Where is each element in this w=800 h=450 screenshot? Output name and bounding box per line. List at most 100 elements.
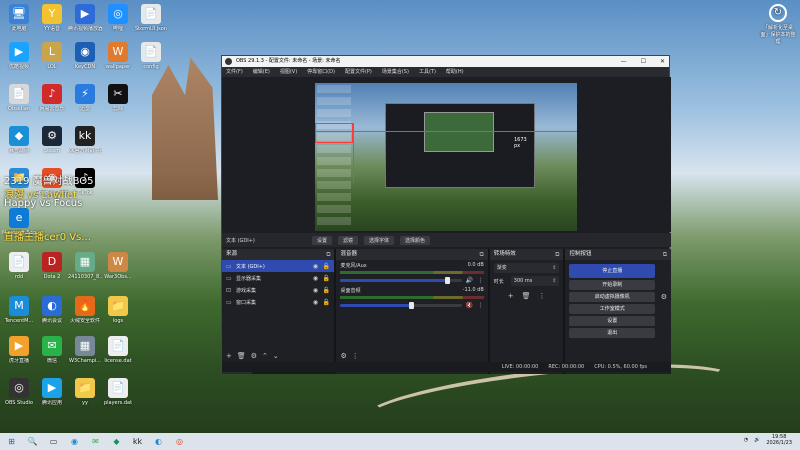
taskbar-app-icon[interactable]: ◉ [69,436,80,447]
desktop-icon[interactable]: 📄 StormUI.json [134,4,168,32]
selection-box[interactable] [315,123,353,143]
remove-transition-button[interactable]: 🗑 [522,292,531,300]
desktop-icon[interactable]: ⚡ 迅雷 [68,84,102,112]
source-properties-button[interactable]: ⚙ [251,352,257,360]
preview-canvas[interactable]: 1673 px [315,83,577,231]
taskbar-app-icon[interactable]: ◆ [111,436,122,447]
eye-icon[interactable]: ◉ [311,263,319,270]
volume-slider[interactable] [340,277,462,284]
dock-undock-icon[interactable]: ⧉ [326,249,330,260]
taskbar-app-icon[interactable]: ◎ [174,436,185,447]
add-transition-button[interactable]: + [508,292,514,300]
taskbar-app-icon[interactable]: 🔍 [27,436,38,447]
source-item[interactable]: ▭ 窗口采集 ◉ 🔓 [222,296,334,308]
remove-source-button[interactable]: 🗑 [237,352,246,360]
taskbar-app-icon[interactable]: ✉ [90,436,101,447]
channel-menu-icon[interactable]: ⋮ [478,277,484,284]
move-down-button[interactable]: ⌄ [273,352,279,360]
transition-duration-input[interactable]: 300 ms ⇕ [510,276,560,286]
desktop-icon[interactable]: ✂ 剪映 [101,84,135,112]
menu-item[interactable]: 配置文件(P) [345,67,372,77]
taskbar-app-icon[interactable]: ▭ [48,436,59,447]
window-titlebar[interactable]: OBS 29.1.3 - 配置文件: 未命名 - 场景: 未命名 — ☐ ✕ [222,56,669,67]
volume-slider-knob[interactable] [408,302,414,309]
lock-icon[interactable]: 🔓 [322,263,330,270]
menu-item[interactable]: 视图(V) [280,67,297,77]
desktop-icon[interactable]: ▦ W3Champi... [68,336,102,364]
desktop-icon[interactable]: Wwallpaper [101,42,135,70]
volume-slider-knob[interactable] [445,277,451,284]
desktop-icon[interactable]: ▶ 腾讯视频播放器 [68,4,102,32]
source-item[interactable]: ⊡ 游戏采集 ◉ 🔓 [222,284,334,296]
desktop-icon[interactable]: ▶ 腾讯应用 [35,378,69,406]
close-button[interactable]: ✕ [660,56,665,67]
desktop-icon[interactable]: 📄 Obsidian [2,84,36,112]
menu-item[interactable]: 帮助(H) [446,67,464,77]
desktop-icon[interactable]: ◉ KeyCDN [68,42,102,70]
desktop-icon[interactable]: ◆ 暴雪战网 [2,126,36,154]
menu-item[interactable]: 编辑(E) [253,67,270,77]
dock-undock-icon[interactable]: ⧉ [480,249,484,260]
desktop-icon[interactable]: kk KK官方对战平台 [68,126,102,154]
desktop-icon[interactable]: 🔥 火绒安全软件 [68,296,102,324]
desktop-shortcut-right[interactable]: ↻ 「解析化至桌面」保护本的整理 [760,4,796,45]
start-recording-button[interactable]: 开始录制 [569,280,655,290]
source-filters-button[interactable]: 滤镜 [338,235,359,245]
lock-icon[interactable]: 🔓 [322,275,330,282]
menu-item[interactable]: 工具(T) [419,67,436,77]
desktop-icon[interactable]: ▦ 24110307_8... [68,252,102,280]
source-item[interactable]: ▭ 显示器采集 ◉ 🔓 [222,272,334,284]
mixer-menu-icon[interactable]: ⋮ [352,352,359,360]
exit-button[interactable]: 退出 [569,328,655,338]
select-color-button[interactable]: 选择颜色 [400,235,431,245]
lock-icon[interactable]: 🔓 [322,299,330,306]
desktop-icon[interactable]: 📁 yy [68,378,102,406]
wifi-icon[interactable]: ◔ [744,437,748,443]
eye-icon[interactable]: ◉ [311,275,319,282]
desktop-icon[interactable]: ▶ 虎牙直播 [2,336,36,364]
stop-streaming-button[interactable]: 停止直播 [569,264,655,278]
menu-item[interactable]: 场景集合(S) [382,67,409,77]
source-item[interactable]: ▭ 文本 (GDI+) ◉ 🔓 [222,260,335,272]
start-virtual-camera-button[interactable]: 启动虚拟摄像机 ⚙ [569,292,667,302]
dock-undock-icon[interactable]: ⧉ [663,249,667,260]
lock-icon[interactable]: 🔓 [322,287,330,294]
desktop-icon[interactable]: W War3Obs... [101,252,135,280]
eye-icon[interactable]: ◉ [311,299,319,306]
clock[interactable]: 19:58 2026/1/23 [766,434,792,446]
taskbar-app-icon[interactable]: ⊞ [6,436,17,447]
desktop-icon[interactable]: 🖥 此电脑 [2,4,36,32]
volume-slider[interactable] [340,302,462,309]
add-source-button[interactable]: + [226,352,232,360]
transition-menu-button[interactable]: ⋮ [539,292,546,300]
volume-icon[interactable]: 🔊 [754,437,760,443]
transition-type-select[interactable]: 渐变 ⇕ [493,263,560,273]
desktop-icon[interactable]: ▶ 优酷视频 [2,42,36,70]
source-settings-button[interactable]: 设置 [312,235,333,245]
menu-item[interactable]: 文件(F) [226,67,243,77]
desktop-icon[interactable]: ◐ 腾讯会议 [35,296,69,324]
desktop-icon[interactable]: L LOL [35,42,69,70]
taskbar-app-icon[interactable]: ◐ [153,436,164,447]
gear-icon[interactable]: ⚙ [661,292,667,302]
minimize-button[interactable]: — [621,56,627,67]
maximize-button[interactable]: ☐ [641,56,646,67]
select-font-button[interactable]: 选择字体 [364,235,395,245]
taskbar-app-icon[interactable]: kk [132,436,143,447]
desktop-icon[interactable]: 📄 players.dat [101,378,135,406]
desktop-icon[interactable]: 📄 rdd [2,252,36,280]
desktop-icon[interactable]: ◎ 哔哩 [101,4,135,32]
move-up-button[interactable]: ⌃ [262,352,268,360]
desktop-icon[interactable]: ✉ 微信 [35,336,69,364]
eye-icon[interactable]: ◉ [311,287,319,294]
settings-button[interactable]: 设置 [569,316,655,326]
desktop-icon[interactable]: 📁 logs [101,296,135,324]
mute-icon[interactable]: 🔇 [466,302,474,309]
desktop-icon[interactable]: ⚙ Steam [35,126,69,154]
channel-menu-icon[interactable]: ⋮ [478,302,484,309]
desktop-icon[interactable]: M TencentM... [2,296,36,324]
desktop-icon[interactable]: 📄 config [134,42,168,70]
desktop-icon[interactable]: D Dota 2 [35,252,69,280]
studio-mode-button[interactable]: 工作室模式 [569,304,655,314]
volume-icon[interactable]: 🔊 [466,277,474,284]
